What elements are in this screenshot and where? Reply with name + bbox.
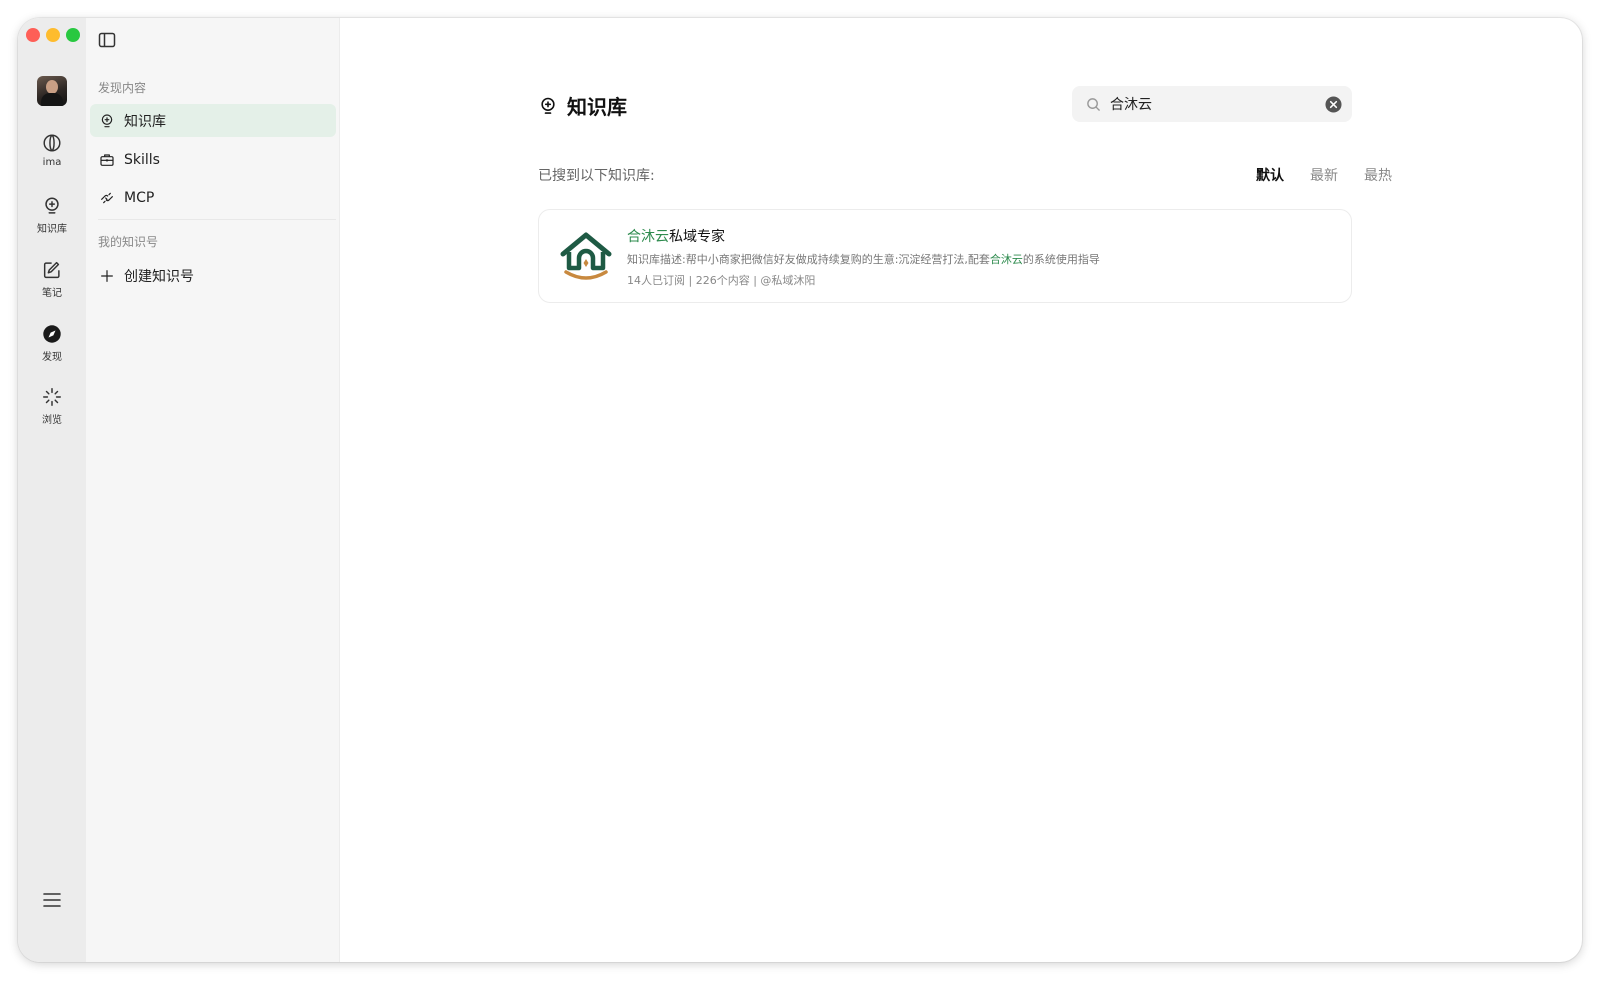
knowledge-base-card[interactable]: 合沐云私域专家 知识库描述:帮中小商家把微信好友做成持续复购的生意:沉淀经营打法… (538, 209, 1352, 303)
avatar-face (46, 80, 58, 94)
icon-rail: ima 知识库 笔记 发现 浏览 (18, 18, 86, 962)
result-title-highlight: 合沐云 (627, 229, 669, 245)
rail-item-label: ima (42, 157, 62, 168)
sort-options: 默认 最新 最热 (1256, 165, 1392, 185)
rail-item-knowledge[interactable]: 知识库 (18, 195, 86, 235)
rail-item-discover[interactable]: 发现 (18, 323, 86, 363)
desc-highlight: 合沐云 (989, 253, 1023, 266)
minimize-window-button[interactable] (46, 28, 60, 42)
create-label: 创建知识号 (124, 268, 194, 285)
create-knowledge-account-button[interactable]: 创建知识号 (90, 259, 336, 292)
result-title-rest: 私域专家 (669, 229, 725, 245)
toolbox-icon (100, 153, 114, 166)
my-section-title: 我的知识号 (98, 235, 159, 249)
sidebar-item-knowledge[interactable]: 知识库 (90, 104, 336, 137)
result-title[interactable]: 合沐云私域专家 (627, 226, 725, 246)
result-description: 知识库描述:帮中小商家把微信好友做成持续复购的生意:沉淀经营打法,配套合沐云的系… (627, 251, 1100, 267)
knowledge-base-logo-icon (557, 228, 615, 286)
note-pen-icon (43, 261, 60, 279)
sparkle-burst-icon (43, 388, 61, 406)
sidebar-divider (98, 219, 336, 220)
compass-icon (43, 325, 61, 343)
bulb-pin-icon (45, 197, 59, 214)
rail-item-notes[interactable]: 笔记 (18, 259, 86, 299)
sort-newest-tab[interactable]: 最新 (1310, 165, 1338, 185)
sidebar-item-skills[interactable]: Skills (90, 143, 336, 176)
plug-link-icon (101, 192, 113, 203)
app-window: ima 知识库 笔记 发现 浏览 发现内容 知识库 Skills MCP 我的知… (18, 18, 1582, 962)
rail-item-label: 笔记 (42, 288, 62, 299)
window-controls (26, 28, 80, 42)
rail-item-label: 发现 (42, 352, 62, 363)
sidebar-item-label: Skills (124, 151, 160, 168)
search-box (1072, 86, 1352, 122)
sidebar-item-mcp[interactable]: MCP (90, 181, 336, 214)
sidebar-toggle-icon[interactable] (98, 32, 116, 48)
sort-default-tab[interactable]: 默认 (1256, 165, 1284, 185)
sidebar: 发现内容 知识库 Skills MCP 我的知识号 创建知识号 (86, 18, 340, 962)
desc-suffix: 的系统使用指导 (1022, 253, 1100, 266)
close-window-button[interactable] (26, 28, 40, 42)
sidebar-item-label: MCP (124, 189, 155, 206)
menu-icon[interactable] (42, 890, 62, 910)
page-title-text: 知识库 (567, 95, 627, 119)
rail-item-label: 浏览 (42, 415, 62, 426)
bulb-pin-icon (101, 113, 113, 127)
clear-search-icon[interactable] (1325, 95, 1342, 113)
result-hint: 已搜到以下知识库: (538, 168, 655, 184)
main-content: 知识库 已搜到以下知识库: 默认 最新 最热 (340, 18, 1582, 962)
plus-icon (101, 269, 113, 282)
rail-item-ima[interactable]: ima (18, 132, 86, 168)
sidebar-item-label: 知识库 (124, 113, 166, 130)
page-title: 知识库 (538, 91, 627, 120)
search-icon (1087, 97, 1100, 111)
zoom-window-button[interactable] (66, 28, 80, 42)
desc-prefix: 知识库描述:帮中小商家把微信好友做成持续复购的生意:沉淀经营打法,配套 (627, 253, 990, 266)
bulb-pin-icon (541, 97, 555, 114)
sort-hottest-tab[interactable]: 最热 (1364, 165, 1392, 185)
avatar-body (41, 93, 63, 106)
result-meta: 14人已订阅 | 226个内容 | @私域沐阳 (627, 274, 816, 287)
rail-item-label: 知识库 (37, 224, 67, 235)
ima-logo-icon (43, 134, 61, 152)
discover-section-title: 发现内容 (98, 81, 147, 95)
search-input[interactable] (1110, 96, 1325, 112)
rail-item-browse[interactable]: 浏览 (18, 386, 86, 426)
avatar[interactable] (37, 76, 67, 106)
